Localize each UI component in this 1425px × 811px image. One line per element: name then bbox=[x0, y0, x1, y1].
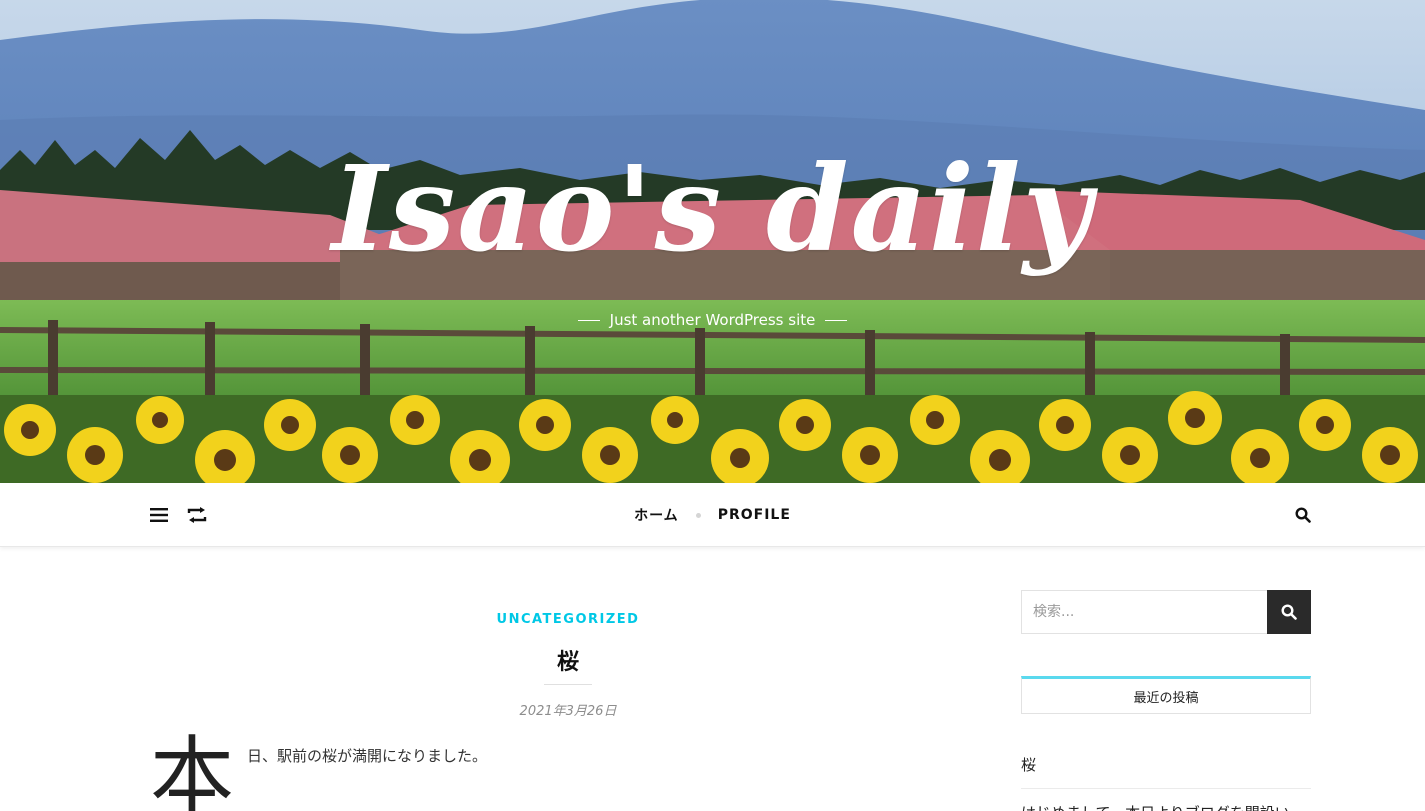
search-icon bbox=[1281, 604, 1297, 620]
post-title[interactable]: 桜 bbox=[150, 644, 986, 676]
tagline-line-right bbox=[825, 319, 848, 321]
sidebar-search-button[interactable] bbox=[1267, 590, 1311, 634]
nav-separator-dot bbox=[695, 512, 701, 518]
site-tagline: Just another WordPress site bbox=[609, 311, 816, 329]
recent-post-link[interactable]: 桜 bbox=[1021, 754, 1311, 775]
main-navigation: ホーム PROFILE bbox=[0, 483, 1425, 547]
post-date: 2021年3月26日 bbox=[519, 704, 617, 719]
tagline-line-left bbox=[577, 319, 600, 321]
search-icon[interactable] bbox=[1292, 505, 1314, 525]
recent-posts-widget-header: 最近の投稿 bbox=[1021, 676, 1311, 714]
sidebar-search-input[interactable] bbox=[1021, 590, 1267, 634]
recent-post-divider bbox=[1021, 788, 1311, 789]
nav-item-profile[interactable]: PROFILE bbox=[718, 507, 791, 523]
header-banner: Isao's daily Just another WordPress site bbox=[0, 0, 1425, 483]
title-divider bbox=[544, 684, 592, 685]
post-dropcap: 本 bbox=[150, 727, 235, 811]
widget-title: 最近の投稿 bbox=[1133, 690, 1199, 706]
site-title[interactable]: Isao's daily bbox=[0, 150, 1425, 268]
recent-post-link[interactable]: はじめまして。本日よりブログを開設い bbox=[1021, 802, 1311, 811]
nav-menu: ホーム PROFILE bbox=[0, 483, 1425, 547]
nav-item-home[interactable]: ホーム bbox=[634, 505, 679, 525]
post-category-link[interactable]: UNCATEGORIZED bbox=[150, 612, 986, 627]
sidebar-search-form bbox=[1021, 590, 1311, 634]
post-body-text: 日、駅前の桜が満開になりました。 bbox=[247, 747, 488, 765]
tagline-row: Just another WordPress site bbox=[0, 311, 1425, 329]
